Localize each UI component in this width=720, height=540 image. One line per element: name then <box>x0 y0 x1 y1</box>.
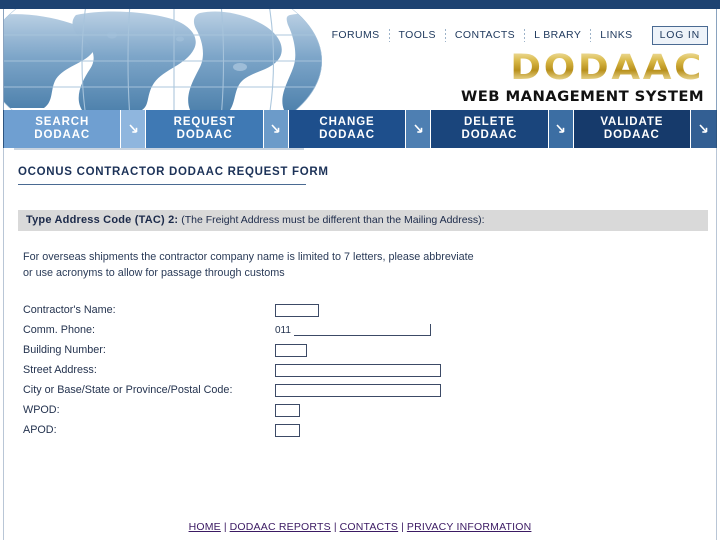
tab-line2: DODAAC <box>34 129 91 141</box>
arrow-down-right-icon <box>125 121 142 138</box>
tab-delete-dodaac[interactable]: DELETE DODAAC <box>431 110 574 148</box>
tab-line2: DODAAC <box>319 129 375 141</box>
city-state-postal-label: City or Base/State or Province/Postal Co… <box>23 384 233 396</box>
wpod-label: WPOD: <box>23 404 60 416</box>
tab-line2: DODAAC <box>603 129 660 141</box>
arrow-down-right-icon <box>267 121 284 138</box>
tab-line1: DELETE <box>464 116 515 128</box>
tab-line1: REQUEST <box>173 116 236 128</box>
tab-line2: DODAAC <box>176 129 233 141</box>
instructions-line-2: or use acronyms to allow for passage thr… <box>23 266 285 279</box>
tab-line1: SEARCH <box>35 116 90 128</box>
tab-line1: VALIDATE <box>600 116 664 128</box>
street-address-label: Street Address: <box>23 364 97 376</box>
tab-search-dodaac-dropdown[interactable] <box>121 110 147 148</box>
topnav-item-library[interactable]: L BRARY <box>525 29 590 41</box>
tac-heading-note: (The Freight Address must be different t… <box>181 214 485 226</box>
tab-validate-dodaac[interactable]: VALIDATE DODAAC <box>573 110 717 148</box>
arrow-down-right-icon <box>695 121 712 138</box>
footer-separator: | <box>223 521 227 533</box>
logo-wordmark: DODAAC <box>428 51 704 86</box>
topnav-item-forums[interactable]: FORUMS <box>323 29 389 41</box>
page-root: FORUMS TOOLS CONTACTS L BRARY LINKS LOG … <box>0 0 720 540</box>
comm-phone-input[interactable] <box>293 324 431 336</box>
footer-separator: | <box>333 521 337 533</box>
tab-search-dodaac-label[interactable]: SEARCH DODAAC <box>4 110 122 148</box>
tac-section-heading: Type Address Code (TAC) 2: (The Freight … <box>18 210 708 231</box>
tab-request-dodaac-dropdown[interactable] <box>263 110 289 148</box>
tab-line1: CHANGE <box>319 116 375 128</box>
header-body: FORUMS TOOLS CONTACTS L BRARY LINKS LOG … <box>3 9 717 110</box>
site-footer: HOME | DODAAC REPORTS | CONTACTS | PRIVACY INF… <box>0 521 720 533</box>
tab-line2: DODAAC <box>461 129 518 141</box>
main-content: OCONUS CONTRACTOR DODAAC REQUEST FORM Ty… <box>3 148 717 540</box>
globe-graphic <box>4 9 334 110</box>
title-divider <box>18 184 306 185</box>
tab-change-dodaac-dropdown[interactable] <box>406 110 432 148</box>
field-row-comm-phone: Comm. Phone: 011 <box>23 320 716 340</box>
field-row-apod: APOD: <box>23 420 716 440</box>
comm-phone-prefix: 011 <box>275 324 291 336</box>
site-logo: DODAAC WEB MANAGEMENT SYSTEM <box>444 51 704 106</box>
arrow-down-right-icon <box>410 121 427 138</box>
tab-delete-dodaac-label[interactable]: DELETE DODAAC <box>431 110 549 148</box>
instructions-line-1: For overseas shipments the contractor co… <box>23 251 474 263</box>
tab-request-dodaac-label[interactable]: REQUEST DODAAC <box>146 110 264 148</box>
building-number-label: Building Number: <box>23 344 106 356</box>
content-top-divider <box>14 148 304 150</box>
contractor-name-label: Contractor's Name: <box>23 304 116 316</box>
footer-link-privacy-information[interactable]: PRIVACY INFORMATION <box>407 521 532 533</box>
apod-label: APOD: <box>23 424 57 436</box>
log-in-button[interactable]: LOG IN <box>651 25 708 45</box>
site-header: FORUMS TOOLS CONTACTS L BRARY LINKS LOG … <box>0 0 720 110</box>
footer-link-dodaac-reports[interactable]: DODAAC REPORTS <box>230 521 331 533</box>
street-address-input[interactable] <box>275 363 441 377</box>
header-top-bar <box>0 0 720 9</box>
building-number-input[interactable] <box>275 343 307 357</box>
main-tab-bar: SEARCH DODAAC REQUEST DODAAC CHANGE DODA… <box>3 110 717 148</box>
arrow-down-right-icon <box>552 121 569 138</box>
topnav-item-links[interactable]: LINKS <box>591 29 641 41</box>
field-row-wpod: WPOD: <box>23 400 716 420</box>
top-navigation: FORUMS TOOLS CONTACTS L BRARY LINKS LOG … <box>323 24 708 46</box>
tab-change-dodaac-label[interactable]: CHANGE DODAAC <box>288 110 407 148</box>
wpod-input[interactable] <box>275 403 300 417</box>
page-title: OCONUS CONTRACTOR DODAAC REQUEST FORM <box>18 166 329 178</box>
topnav-item-tools[interactable]: TOOLS <box>390 29 445 41</box>
logo-tagline: WEB MANAGEMENT SYSTEM <box>461 89 704 105</box>
form-fields: Contractor's Name: Comm. Phone: 011 Buil… <box>23 300 716 440</box>
tab-validate-dodaac-label[interactable]: VALIDATE DODAAC <box>573 110 692 148</box>
field-row-contractor-name: Contractor's Name: <box>23 300 716 320</box>
comm-phone-label: Comm. Phone: <box>23 324 96 336</box>
apod-input[interactable] <box>275 423 300 437</box>
city-state-postal-input[interactable] <box>275 383 441 397</box>
tab-search-dodaac[interactable]: SEARCH DODAAC <box>4 110 147 148</box>
tac-heading-bold: Type Address Code (TAC) 2: <box>26 214 179 226</box>
footer-link-home[interactable]: HOME <box>189 521 221 533</box>
field-row-city-state-postal: City or Base/State or Province/Postal Co… <box>23 380 716 400</box>
footer-separator: | <box>401 521 404 533</box>
tab-change-dodaac[interactable]: CHANGE DODAAC <box>288 110 432 148</box>
tab-request-dodaac[interactable]: REQUEST DODAAC <box>146 110 289 148</box>
form-instructions: For overseas shipments the contractor co… <box>23 250 503 281</box>
tab-delete-dodaac-dropdown[interactable] <box>548 110 574 148</box>
field-row-building-number: Building Number: <box>23 340 716 360</box>
topnav-item-contacts[interactable]: CONTACTS <box>446 29 524 41</box>
contractor-name-input[interactable] <box>275 303 319 317</box>
tab-validate-dodaac-dropdown[interactable] <box>691 110 717 148</box>
footer-link-contacts[interactable]: CONTACTS <box>340 521 399 533</box>
field-row-street-address: Street Address: <box>23 360 716 380</box>
